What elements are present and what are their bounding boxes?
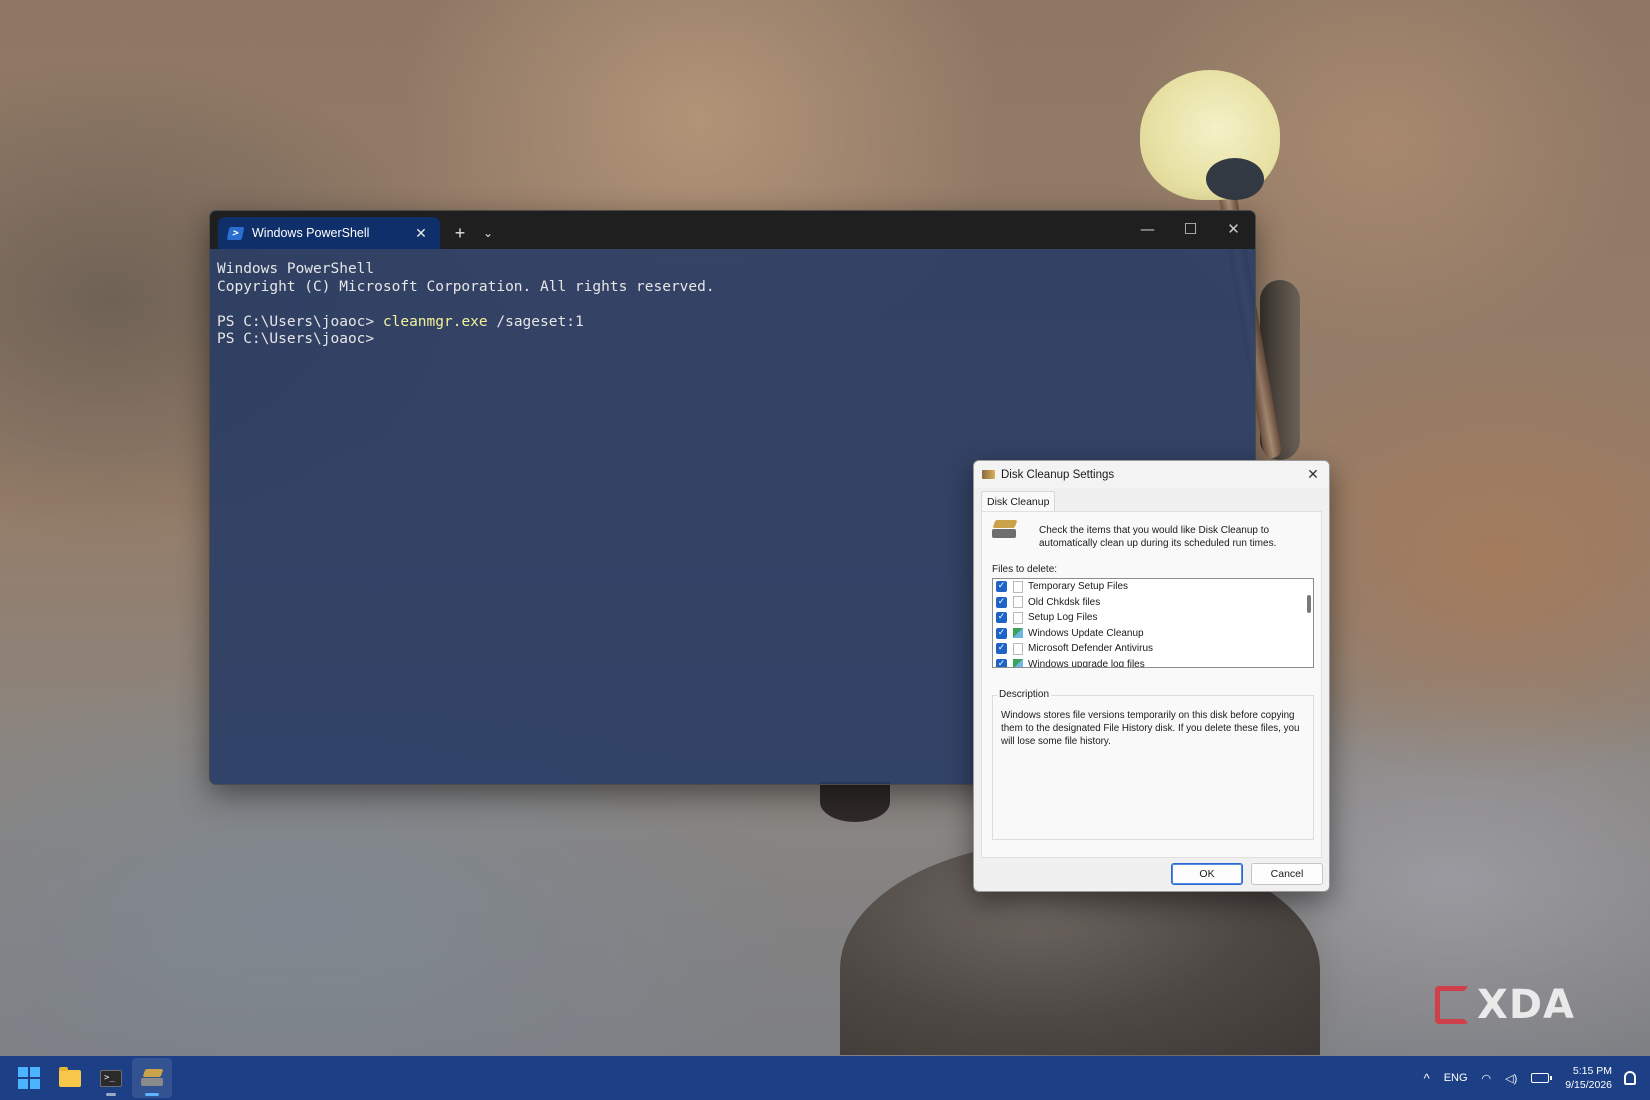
- tab-windows-powershell[interactable]: > Windows PowerShell ✕: [218, 217, 440, 249]
- files-to-delete-list[interactable]: ✓ Temporary Setup Files ✓ Old Chkdsk files ✓…: [992, 578, 1314, 668]
- tab-close-icon[interactable]: ✕: [412, 225, 430, 242]
- file-list-item[interactable]: ✓ Temporary Setup Files: [993, 579, 1313, 595]
- file-explorer-icon: [59, 1066, 81, 1087]
- language-indicator[interactable]: ENG: [1444, 1072, 1468, 1084]
- checkbox[interactable]: ✓: [996, 596, 1007, 608]
- taskbar: >_ ^ ENG ◠ ◁) 5:15 PM 9/15/2026: [0, 1056, 1650, 1100]
- volume-icon[interactable]: ◁): [1505, 1072, 1517, 1085]
- dialog-titlebar[interactable]: Disk Cleanup Settings ✕: [974, 461, 1329, 488]
- file-list-item[interactable]: ✓ Windows Update Cleanup: [993, 626, 1313, 642]
- disk-cleanup-panel: Check the items that you would like Disk…: [981, 511, 1322, 858]
- terminal-icon: >_: [100, 1069, 122, 1087]
- dialog-close-button[interactable]: ✕: [1297, 466, 1329, 483]
- dialog-title: Disk Cleanup Settings: [1001, 468, 1115, 481]
- blank-file-icon: [1013, 596, 1023, 609]
- file-item-label: Old Chkdsk files: [1028, 596, 1101, 608]
- intro-text: Check the items that you would like Disk…: [1039, 525, 1277, 549]
- list-scrollbar[interactable]: [1307, 595, 1311, 613]
- checkbox[interactable]: ✓: [996, 581, 1007, 593]
- notification-bell-icon[interactable]: [1624, 1071, 1636, 1085]
- active-indicator: [145, 1093, 159, 1096]
- description-label: Description: [997, 689, 1052, 700]
- blank-file-icon: [1013, 580, 1023, 593]
- description-group: Description Windows stores file versions…: [992, 689, 1314, 840]
- tab-dropdown-button[interactable]: ⌄: [474, 217, 502, 249]
- file-item-label: Windows Update Cleanup: [1028, 627, 1144, 639]
- taskbar-disk-cleanup[interactable]: [132, 1058, 172, 1098]
- close-button[interactable]: ✕: [1212, 211, 1255, 249]
- powershell-icon: >: [226, 226, 245, 240]
- file-item-label: Temporary Setup Files: [1028, 581, 1129, 593]
- blank-file-icon: [1013, 611, 1023, 624]
- new-tab-button[interactable]: +: [446, 217, 474, 249]
- file-list-item[interactable]: ✓ Microsoft Defender Antivirus: [993, 641, 1313, 657]
- file-list-item[interactable]: ✓ Old Chkdsk files: [993, 595, 1313, 611]
- file-item-label: Setup Log Files: [1028, 612, 1098, 624]
- command-args: /sageset:1: [487, 313, 584, 330]
- show-hidden-icons-chevron-icon[interactable]: ^: [1424, 1071, 1430, 1086]
- command-name: cleanmgr.exe: [382, 313, 488, 330]
- file-list-item[interactable]: ✓ Windows upgrade log files: [993, 657, 1313, 668]
- disk-cleanup-settings-dialog: Disk Cleanup Settings ✕ Disk Cleanup Che…: [973, 460, 1330, 892]
- clock-time: 5:15 PM: [1572, 1065, 1612, 1077]
- wallpaper-pelican-tail: [820, 782, 890, 822]
- file-list-item[interactable]: ✓ Setup Log Files: [993, 610, 1313, 626]
- prompt-2: PS C:\Users\joaoc>: [217, 331, 375, 347]
- terminal-titlebar[interactable]: > Windows PowerShell ✕ + ⌄ — ☐ ✕: [210, 211, 1255, 249]
- update-icon: [1013, 628, 1023, 639]
- update-icon: [1013, 659, 1023, 667]
- file-item-label: Windows upgrade log files: [1028, 658, 1145, 668]
- watermark-text: XDA: [1477, 982, 1575, 1028]
- tab-disk-cleanup[interactable]: Disk Cleanup: [981, 491, 1056, 512]
- xda-watermark: XDA: [1435, 985, 1575, 1025]
- output-line-1: Windows PowerShell: [217, 261, 375, 277]
- checkbox[interactable]: ✓: [996, 643, 1007, 655]
- description-text: Windows stores file versions temporarily…: [1001, 710, 1300, 747]
- taskbar-file-explorer[interactable]: [50, 1058, 90, 1098]
- tab-title: Windows PowerShell: [252, 226, 370, 240]
- taskbar-terminal[interactable]: >_: [91, 1058, 131, 1098]
- clock-date: 9/15/2026: [1565, 1079, 1612, 1091]
- disk-cleanup-large-icon: [992, 520, 1018, 540]
- output-line-2: Copyright (C) Microsoft Corporation. All…: [217, 278, 715, 295]
- prompt-1: PS C:\Users\joaoc>: [217, 313, 383, 330]
- xda-logo-icon: [1435, 986, 1469, 1024]
- start-button[interactable]: [9, 1058, 49, 1098]
- battery-icon[interactable]: [1531, 1073, 1553, 1083]
- ok-button[interactable]: OK: [1171, 863, 1243, 885]
- window-controls: — ☐ ✕: [1126, 211, 1255, 249]
- dialog-buttons: OK Cancel: [1171, 863, 1323, 885]
- system-tray: ^ ENG ◠ ◁) 5:15 PM 9/15/2026: [1410, 1056, 1636, 1100]
- checkbox[interactable]: ✓: [996, 612, 1007, 624]
- cancel-button[interactable]: Cancel: [1251, 863, 1323, 885]
- disk-cleanup-taskbar-icon: [141, 1069, 164, 1087]
- disk-cleanup-icon: [982, 470, 995, 479]
- running-indicator: [106, 1093, 116, 1096]
- checkbox[interactable]: ✓: [996, 627, 1007, 639]
- clock[interactable]: 5:15 PM 9/15/2026: [1565, 1064, 1612, 1092]
- blank-file-icon: [1013, 642, 1023, 655]
- wallpaper-pelican-eye: [1206, 158, 1264, 200]
- maximize-button[interactable]: ☐: [1169, 211, 1212, 249]
- terminal-output[interactable]: Windows PowerShell Copyright (C) Microso…: [210, 249, 1255, 361]
- checkbox[interactable]: ✓: [996, 658, 1007, 667]
- wifi-icon[interactable]: ◠: [1482, 1072, 1492, 1085]
- windows-start-icon: [18, 1067, 40, 1089]
- minimize-button[interactable]: —: [1126, 211, 1169, 249]
- file-item-label: Microsoft Defender Antivirus: [1028, 643, 1154, 655]
- files-to-delete-label: Files to delete:: [992, 564, 1058, 575]
